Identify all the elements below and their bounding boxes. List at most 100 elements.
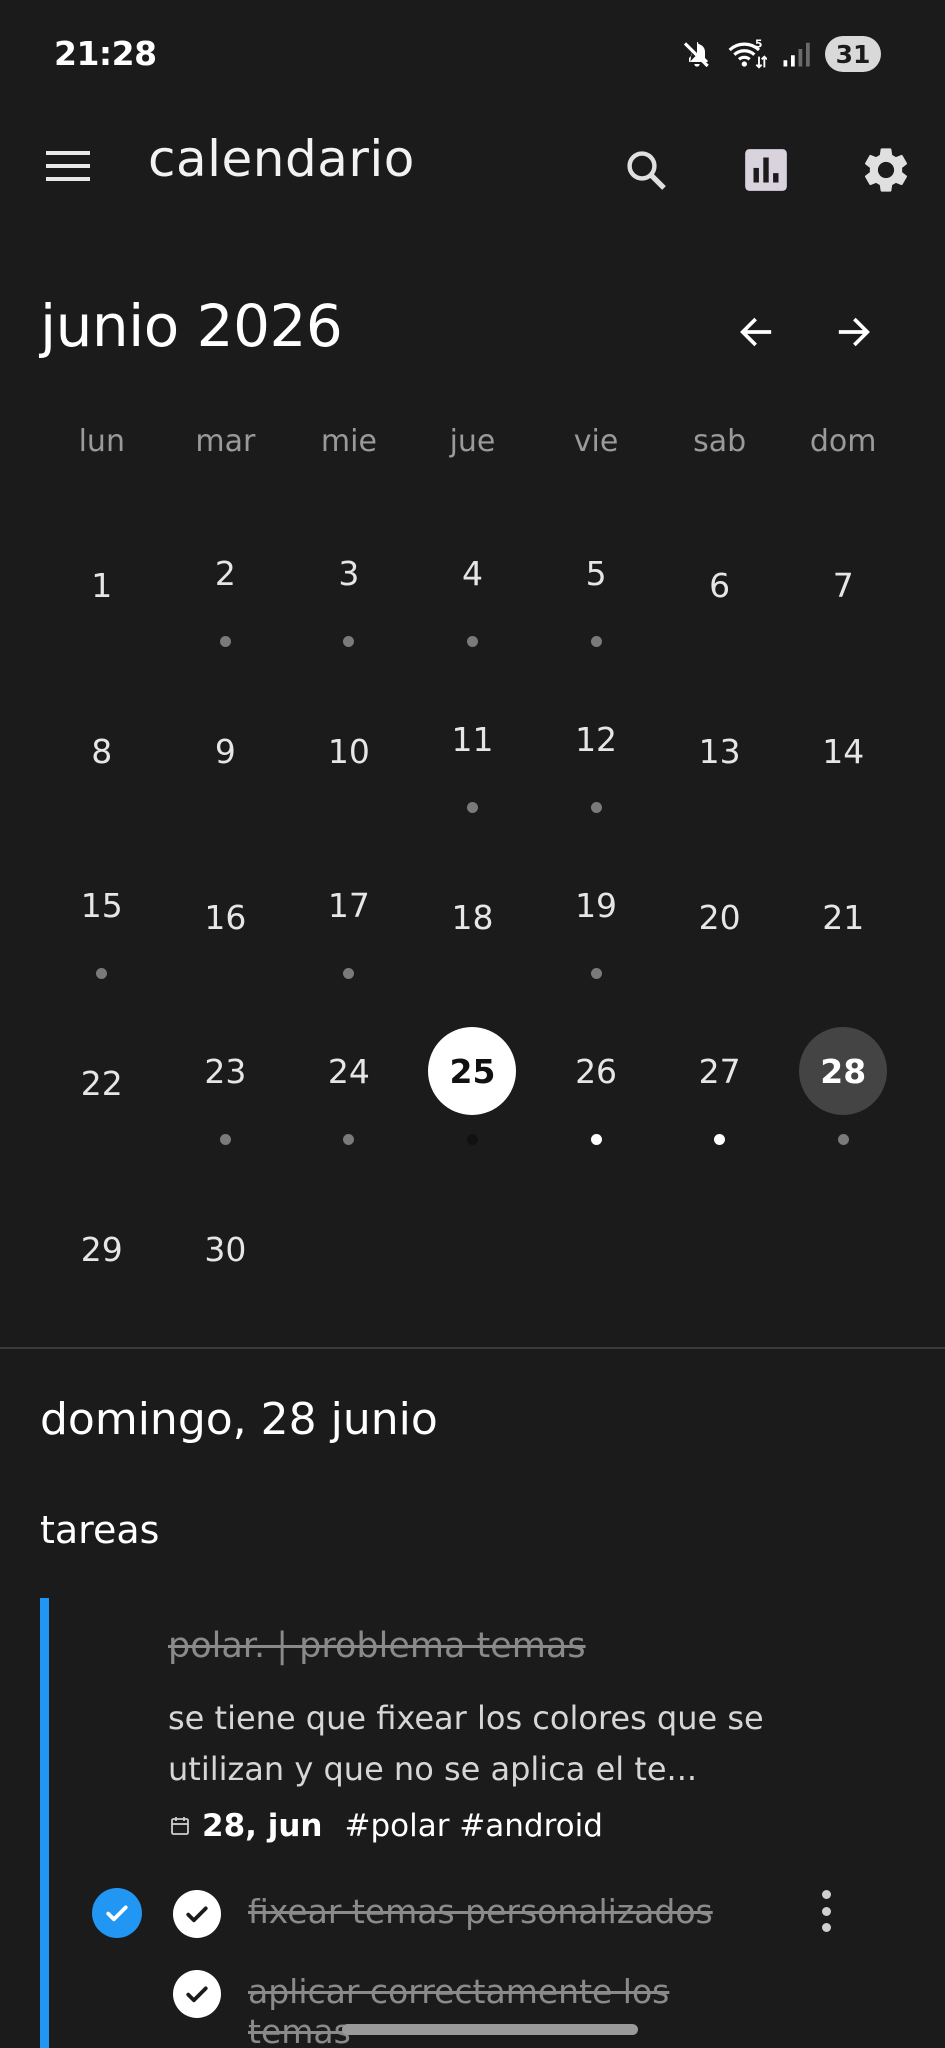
arrow-right-icon bbox=[838, 317, 870, 347]
month-title: junio 2026 bbox=[40, 292, 343, 360]
event-dot bbox=[590, 636, 602, 647]
search-button[interactable] bbox=[614, 138, 678, 202]
calendar-day[interactable]: 4 bbox=[411, 505, 535, 671]
more-dot bbox=[821, 1906, 831, 1916]
subtask-checkbox[interactable] bbox=[173, 1970, 221, 2018]
selected-date-title: domingo, 28 junio bbox=[40, 1394, 438, 1445]
calendar-day[interactable]: 26 bbox=[534, 1003, 658, 1169]
day-number: 29 bbox=[80, 1229, 123, 1269]
task-tags: #polar #android bbox=[344, 1808, 603, 1844]
calendar-day[interactable]: 14 bbox=[781, 671, 905, 837]
day-number: 15 bbox=[80, 885, 123, 925]
calendar-day[interactable]: 18 bbox=[411, 837, 535, 1003]
subtask-label: aplicar correctamente los temas bbox=[248, 1972, 670, 2048]
calendar-day[interactable]: 16 bbox=[164, 837, 288, 1003]
calendar-day[interactable]: 28 bbox=[781, 1003, 905, 1169]
check-icon bbox=[106, 1905, 128, 1922]
search-icon bbox=[627, 151, 666, 190]
today-day-number: 25 bbox=[428, 1027, 517, 1115]
calendar-day[interactable]: 27 bbox=[658, 1003, 782, 1169]
event-dot bbox=[590, 1134, 602, 1145]
subtask-checkbox[interactable] bbox=[173, 1890, 221, 1938]
check-icon bbox=[186, 1986, 208, 2003]
calendar-day[interactable]: 10 bbox=[287, 671, 411, 837]
day-number: 19 bbox=[575, 885, 618, 925]
calendar-day[interactable]: 15 bbox=[40, 837, 164, 1003]
mute-icon bbox=[683, 42, 709, 68]
day-number: 3 bbox=[338, 553, 360, 593]
weekday-label: mar bbox=[195, 424, 256, 459]
day-number: 9 bbox=[214, 731, 236, 771]
task-title[interactable]: polar. | problema temas bbox=[168, 1626, 586, 1666]
more-options-button[interactable] bbox=[808, 1886, 844, 1936]
calendar-day[interactable]: 12 bbox=[534, 671, 658, 837]
prev-month-button[interactable] bbox=[724, 300, 788, 364]
stats-button[interactable] bbox=[734, 138, 798, 202]
calendar-day[interactable]: 30 bbox=[164, 1169, 288, 1335]
stats-icon bbox=[745, 149, 787, 191]
calendar-day[interactable]: 23 bbox=[164, 1003, 288, 1169]
calendar-day[interactable]: 9 bbox=[164, 671, 288, 837]
day-number: 12 bbox=[575, 719, 618, 759]
app-title: calendario bbox=[148, 130, 415, 188]
calendar-day[interactable]: 22 bbox=[40, 1003, 164, 1169]
event-dot bbox=[466, 636, 478, 647]
settings-button[interactable] bbox=[854, 138, 918, 202]
weekday-header: lun mar mie jue vie sab dom bbox=[40, 424, 905, 459]
calendar-day[interactable]: 5 bbox=[534, 505, 658, 671]
signal-icon bbox=[783, 42, 810, 67]
event-dot bbox=[466, 1134, 478, 1145]
next-month-button[interactable] bbox=[822, 300, 886, 364]
more-dot bbox=[821, 1890, 831, 1899]
arrow-left-icon bbox=[740, 317, 772, 347]
event-dot bbox=[219, 636, 231, 647]
check-icon bbox=[186, 1906, 208, 1923]
calendar-day[interactable]: 7 bbox=[781, 505, 905, 671]
calendar-day[interactable]: 17 bbox=[287, 837, 411, 1003]
calendar-day[interactable]: 11 bbox=[411, 671, 535, 837]
day-number: 1 bbox=[91, 565, 113, 605]
calendar-day[interactable]: 8 bbox=[40, 671, 164, 837]
subtask-label: fixear temas personalizados bbox=[248, 1892, 713, 1931]
status-time: 21:28 bbox=[54, 34, 157, 73]
menu-icon[interactable] bbox=[44, 148, 94, 184]
day-number: 13 bbox=[698, 731, 741, 771]
calendar-day[interactable]: 19 bbox=[534, 837, 658, 1003]
day-number: 4 bbox=[461, 553, 483, 593]
calendar-day[interactable]: 29 bbox=[40, 1169, 164, 1335]
task-description: se tiene que fixear los colores que se u… bbox=[168, 1699, 764, 1788]
event-dot bbox=[343, 968, 355, 979]
calendar-day[interactable]: 20 bbox=[658, 837, 782, 1003]
day-number: 6 bbox=[709, 565, 731, 605]
calendar-day[interactable]: 6 bbox=[658, 505, 782, 671]
day-number: 23 bbox=[204, 1051, 247, 1091]
day-number: 7 bbox=[832, 565, 854, 605]
calendar-day[interactable]: 13 bbox=[658, 671, 782, 837]
calendar-icon bbox=[171, 1817, 189, 1835]
event-dot bbox=[219, 1134, 231, 1145]
task-complete-checkbox[interactable] bbox=[92, 1888, 142, 1938]
day-number: 8 bbox=[91, 731, 113, 771]
task-accent-bar bbox=[40, 1598, 49, 2048]
weekday-label: sab bbox=[693, 424, 747, 459]
day-number: 26 bbox=[575, 1051, 618, 1091]
selected-day-number: 28 bbox=[799, 1027, 888, 1115]
calendar-day[interactable]: 24 bbox=[287, 1003, 411, 1169]
event-dot bbox=[590, 802, 602, 813]
day-number: 30 bbox=[204, 1229, 247, 1269]
calendar-day[interactable]: 21 bbox=[781, 837, 905, 1003]
calendar-day[interactable]: 1 bbox=[40, 505, 164, 671]
day-number: 18 bbox=[451, 897, 494, 937]
battery-icon: 31 bbox=[825, 36, 881, 72]
svg-text:5: 5 bbox=[755, 38, 762, 50]
day-number: 20 bbox=[698, 897, 741, 937]
day-number: 17 bbox=[327, 885, 370, 925]
weekday-label: jue bbox=[449, 424, 496, 459]
calendar-grid: 1 2 3 4 5 6 7 8 9 10 11 12 13 14 15 16 17 18 19 20 21 22 23 24 2… bbox=[40, 505, 905, 1335]
calendar-day[interactable]: 2 bbox=[164, 505, 288, 671]
calendar-day[interactable]: 25 bbox=[411, 1003, 535, 1169]
task-date-text: 28, jun bbox=[202, 1808, 323, 1844]
event-dot bbox=[466, 802, 478, 813]
event-dot bbox=[343, 636, 355, 647]
calendar-day[interactable]: 3 bbox=[287, 505, 411, 671]
